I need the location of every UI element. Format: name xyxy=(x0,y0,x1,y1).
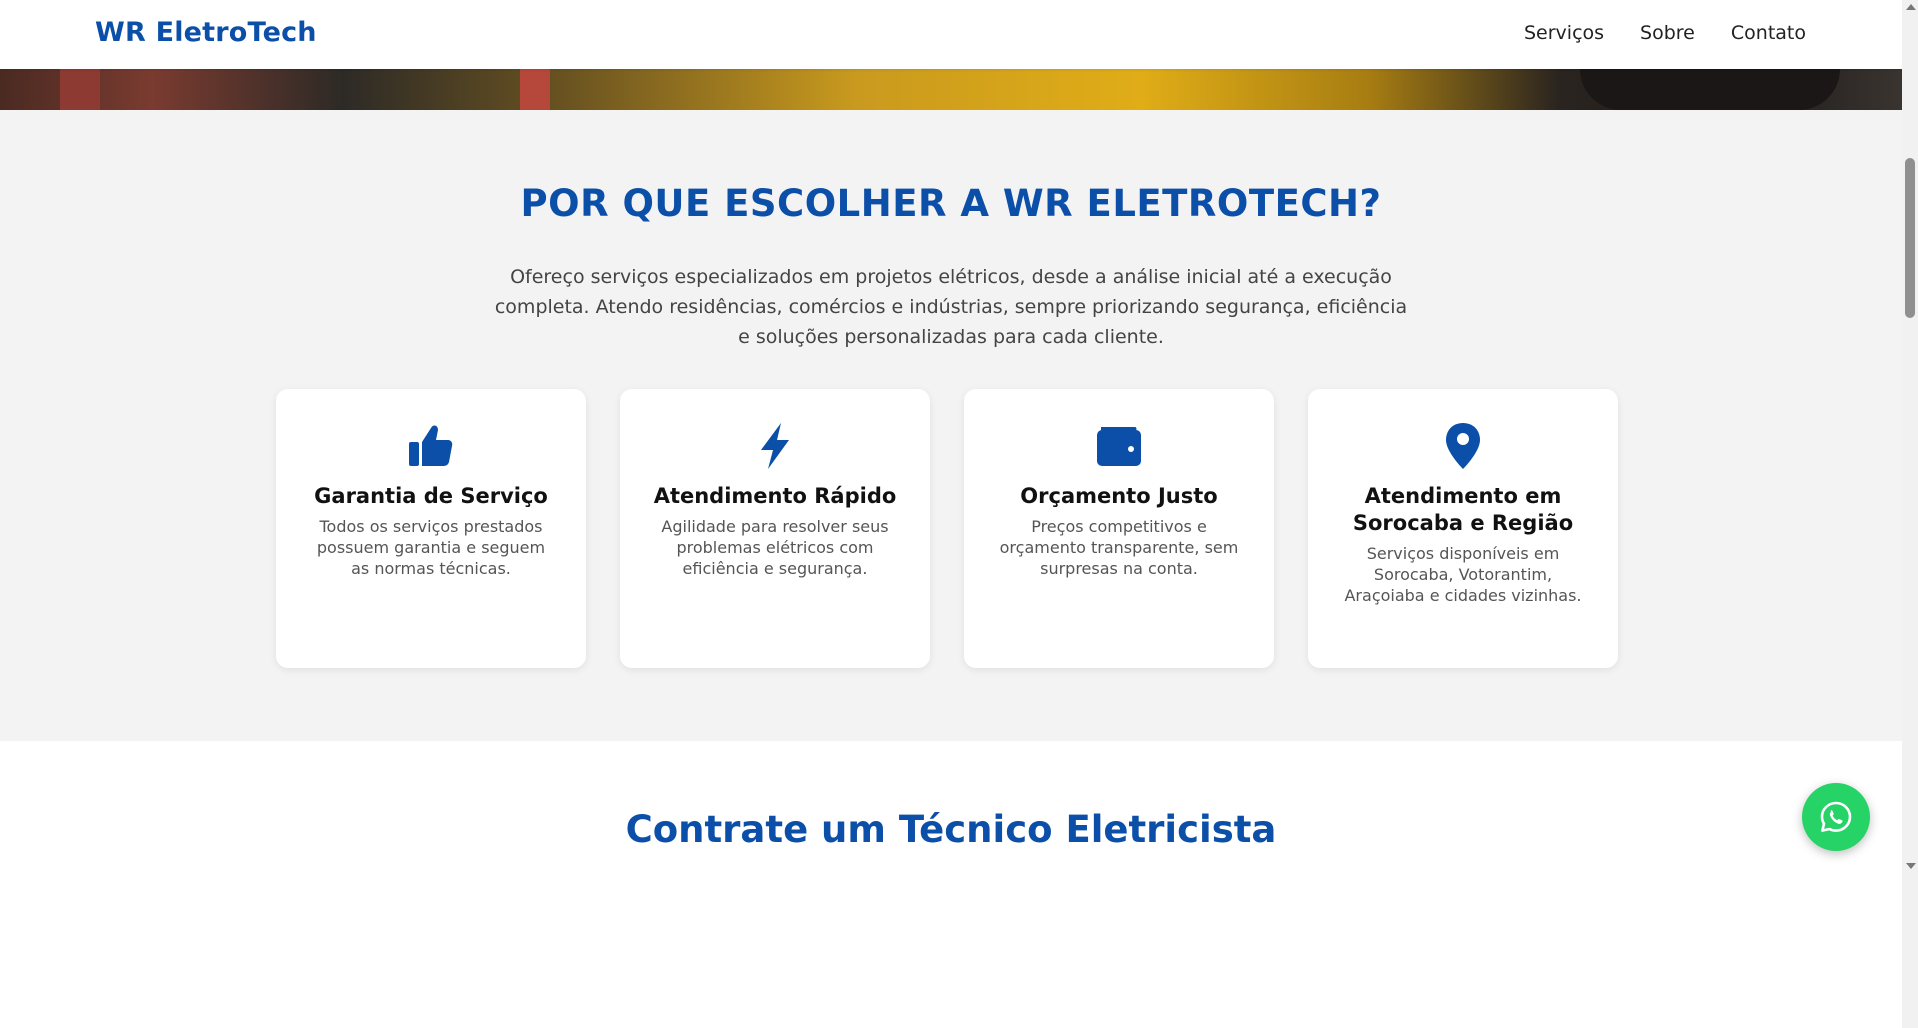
page-scrollbar[interactable] xyxy=(1902,0,1918,1028)
card-title: Orçamento Justo xyxy=(1020,484,1218,508)
nav-link-contato[interactable]: Contato xyxy=(1731,22,1806,44)
hero-image-detail xyxy=(520,69,550,110)
brand-logo-text[interactable]: WR EletroTech xyxy=(95,17,317,48)
hero-image-detail xyxy=(60,69,100,110)
section-description: Ofereço serviços especializados em proje… xyxy=(494,266,1408,348)
scroll-up-arrow-icon[interactable] xyxy=(1906,4,1916,10)
card-title: Atendimento Rápido xyxy=(653,484,897,508)
hero-image-bottom xyxy=(0,69,1902,110)
feature-cards: Garantia de Serviço Todos os serviços pr… xyxy=(276,389,1626,668)
scroll-down-arrow-icon[interactable] xyxy=(1906,863,1916,869)
why-choose-section: POR QUE ESCOLHER A WR ELETROTECH? Ofereç… xyxy=(0,110,1902,741)
thumbs-up-icon xyxy=(306,421,556,471)
card-title: Atendimento em Sorocaba e Região xyxy=(1352,484,1574,535)
section-title: Contrate um Técnico Eletricista xyxy=(625,808,1277,851)
scrollbar-thumb[interactable] xyxy=(1905,158,1915,318)
feature-card-garantia: Garantia de Serviço Todos os serviços pr… xyxy=(276,389,586,668)
location-pin-icon xyxy=(1338,421,1588,471)
whatsapp-button[interactable] xyxy=(1802,783,1870,851)
bolt-icon xyxy=(650,421,900,471)
wallet-icon xyxy=(994,421,1244,471)
card-text: Agilidade para resolver seus problemas e… xyxy=(661,517,889,578)
navbar: WR EletroTech Serviços Sobre Contato xyxy=(0,0,1902,69)
main-nav: Serviços Sobre Contato xyxy=(1524,22,1806,44)
nav-link-servicos[interactable]: Serviços xyxy=(1524,22,1604,44)
card-title: Garantia de Serviço xyxy=(314,484,548,508)
hero-image-detail xyxy=(1580,69,1840,110)
feature-card-orcamento: Orçamento Justo Preços competitivos e or… xyxy=(964,389,1274,668)
card-text: Preços competitivos e orçamento transpar… xyxy=(999,517,1239,578)
nav-link-sobre[interactable]: Sobre xyxy=(1640,22,1695,44)
feature-card-localizacao: Atendimento em Sorocaba e Região Serviço… xyxy=(1308,389,1618,668)
whatsapp-icon xyxy=(1820,801,1852,832)
card-text: Todos os serviços prestados possuem gara… xyxy=(316,517,546,578)
section-title: POR QUE ESCOLHER A WR ELETROTECH? xyxy=(520,182,1382,225)
card-text: Serviços disponíveis em Sorocaba, Votora… xyxy=(1344,544,1582,605)
feature-card-atendimento-rapido: Atendimento Rápido Agilidade para resolv… xyxy=(620,389,930,668)
hire-section: Contrate um Técnico Eletricista xyxy=(0,741,1902,1028)
